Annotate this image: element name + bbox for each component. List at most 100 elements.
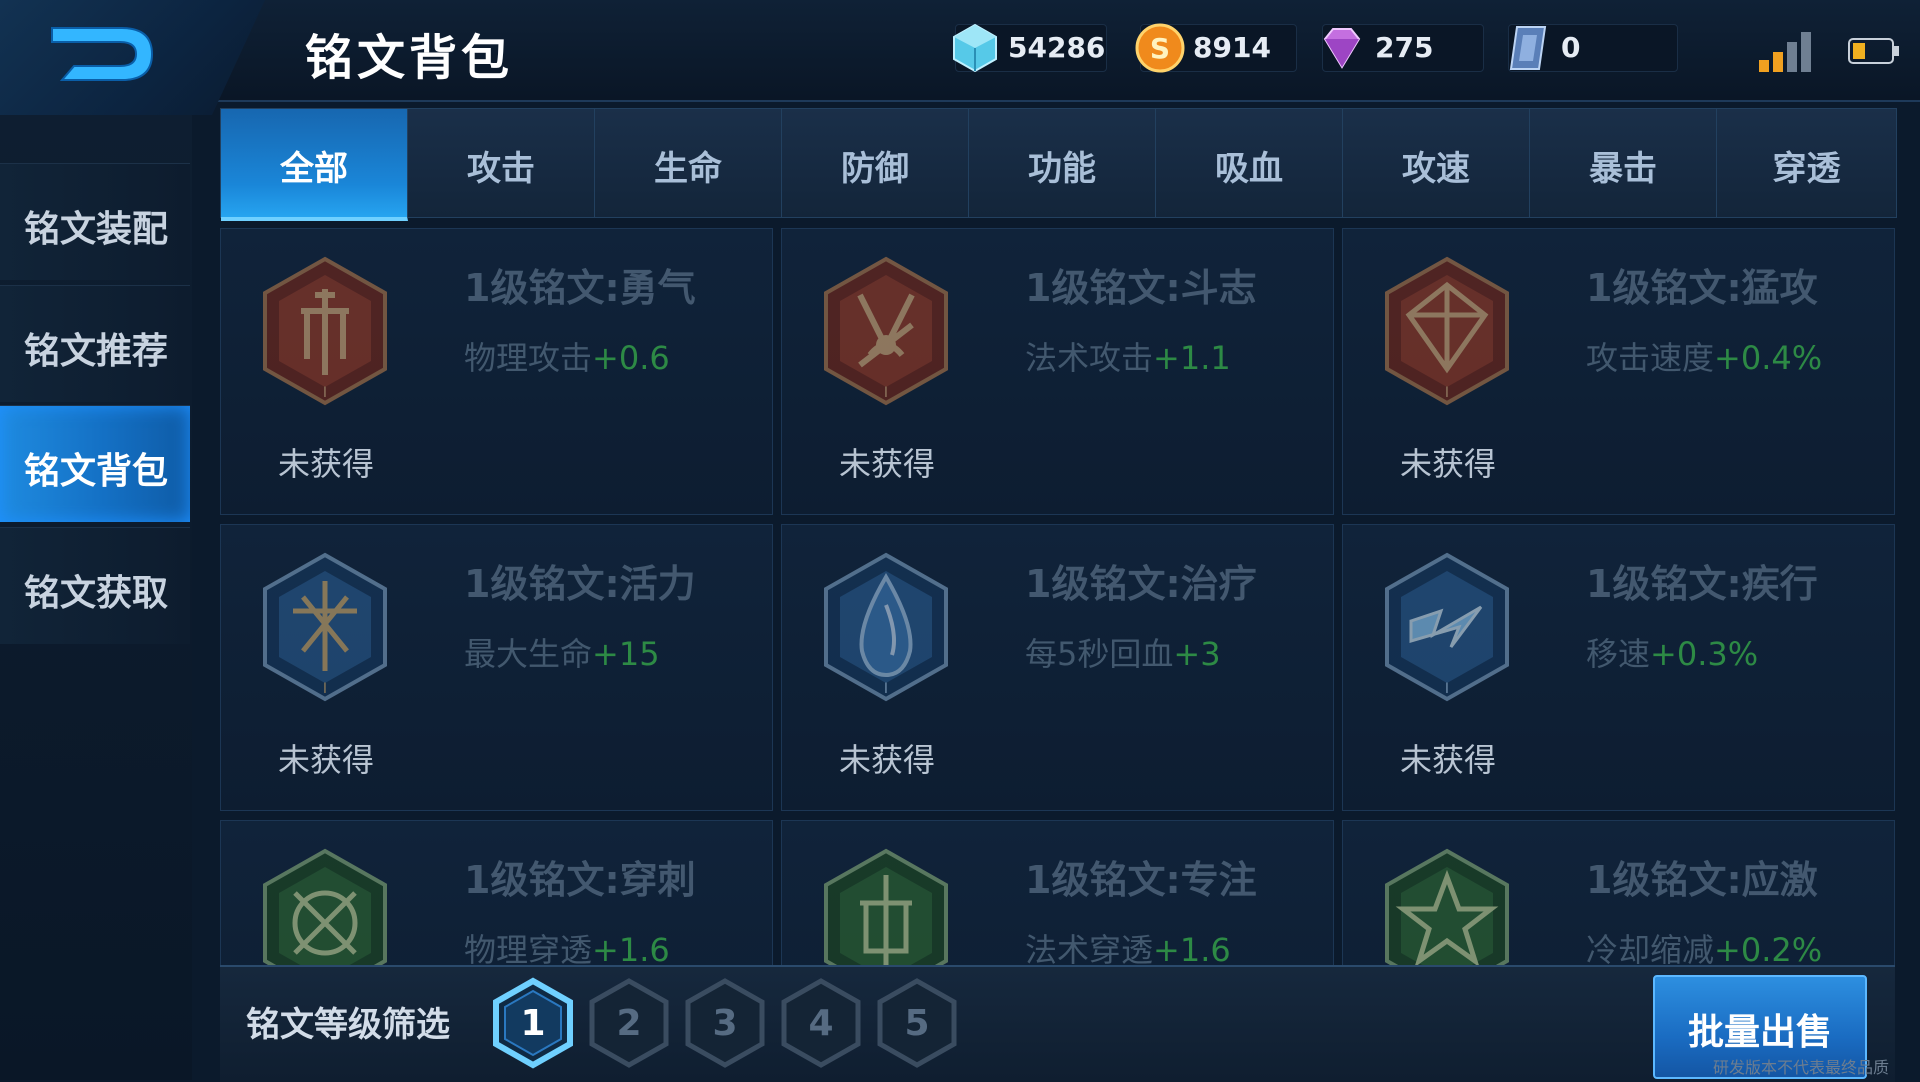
stat-label: 每5秒回血 xyxy=(1025,635,1174,673)
rune-card-swift[interactable]: I 未获得 1级铭文:疾行 移速+0.3% xyxy=(1342,524,1895,811)
focus-rune-icon xyxy=(824,848,948,968)
stat-bonus: +0.3% xyxy=(1650,635,1759,673)
signal-icon xyxy=(1759,32,1811,72)
stat-bonus: +1.1 xyxy=(1153,339,1231,377)
sidebar-item-rune-bag[interactable]: 铭文背包 xyxy=(0,405,190,522)
stat-label: 物理穿透 xyxy=(464,931,593,968)
battery-icon xyxy=(1848,38,1899,64)
sidebar-item-label: 铭文装配 xyxy=(24,209,169,250)
back-button[interactable] xyxy=(40,14,170,94)
bottom-bar: 铭文等级筛选 1 2 3 4 5 批量出售 研发版本不代表最终品质 xyxy=(220,965,1895,1082)
tab-label: 全部 xyxy=(280,149,348,189)
rune-card-stress[interactable]: 1级铭文:应激 冷却缩减+0.2% xyxy=(1342,820,1895,968)
currency-crystal: 54286 xyxy=(953,23,1107,73)
card-status: 未获得 xyxy=(1399,741,1496,779)
card-name: 1级铭文:应激 xyxy=(1586,858,1818,902)
voucher-count: 0 xyxy=(1561,31,1581,64)
sidebar-item-rune-recommend[interactable]: 铭文推荐 xyxy=(0,285,190,402)
svg-text:S: S xyxy=(1150,32,1170,65)
currency-voucher: 0 xyxy=(1508,24,1678,72)
card-status: 未获得 xyxy=(1399,445,1496,483)
card-stat: 冷却缩减+0.2% xyxy=(1586,925,1822,968)
card-name: 1级铭文:疾行 xyxy=(1586,562,1818,606)
pierce-rune-icon xyxy=(263,848,387,968)
diamond-icon xyxy=(1323,28,1361,69)
svg-text:I: I xyxy=(323,681,327,697)
stat-label: 法术攻击 xyxy=(1025,339,1154,377)
dev-watermark: 研发版本不代表最终品质 xyxy=(1712,1058,1889,1077)
level-number: 4 xyxy=(808,1003,833,1044)
healing-rune-icon: I xyxy=(824,552,948,702)
card-status: 未获得 xyxy=(838,741,935,779)
tab-label: 暴击 xyxy=(1589,149,1657,189)
tab-penetration[interactable]: 穿透 xyxy=(1717,109,1896,217)
tab-label: 防御 xyxy=(841,149,909,189)
tab-function[interactable]: 功能 xyxy=(969,109,1156,217)
rune-card-assault[interactable]: I 未获得 1级铭文:猛攻 攻击速度+0.4% xyxy=(1342,228,1895,515)
sidebar-item-rune-equip[interactable]: 铭文装配 xyxy=(0,163,190,280)
card-name: 1级铭文:专注 xyxy=(1025,858,1257,902)
card-status: 未获得 xyxy=(277,741,374,779)
card-name: 1级铭文:猛攻 xyxy=(1586,266,1818,310)
rune-grid: I 未获得 1级铭文:勇气 物理攻击+0.6 I 未获得 1级铭文:斗志 法术攻… xyxy=(220,228,1895,968)
rune-card-fighting-spirit[interactable]: I 未获得 1级铭文:斗志 法术攻击+1.1 xyxy=(781,228,1334,515)
svg-text:I: I xyxy=(884,681,888,697)
crystal-count: 54286 xyxy=(1008,31,1106,64)
card-stat: 每5秒回血+3 xyxy=(1025,629,1221,675)
rune-card-focus[interactable]: 1级铭文:专注 法术穿透+1.6 xyxy=(781,820,1334,968)
svg-text:I: I xyxy=(1445,681,1449,697)
level-filter-label: 铭文等级筛选 xyxy=(246,1005,450,1045)
level-filter-1[interactable]: 1 xyxy=(490,977,576,1069)
card-stat: 最大生命+15 xyxy=(464,629,660,675)
voucher-icon xyxy=(1509,26,1547,70)
sidebar-item-label: 铭文背包 xyxy=(24,451,169,492)
card-name: 1级铭文:活力 xyxy=(464,562,696,606)
stat-bonus: +15 xyxy=(592,635,660,673)
stat-label: 物理攻击 xyxy=(464,339,593,377)
card-stat: 法术攻击+1.1 xyxy=(1025,333,1231,379)
tab-lifesteal[interactable]: 吸血 xyxy=(1156,109,1343,217)
card-stat: 物理攻击+0.6 xyxy=(464,333,670,379)
level-number: 3 xyxy=(712,1003,737,1044)
level-filter-2[interactable]: 2 xyxy=(586,977,672,1069)
sidebar-item-rune-obtain[interactable]: 铭文获取 xyxy=(0,527,190,644)
tab-label: 吸血 xyxy=(1215,149,1283,189)
rune-card-pierce[interactable]: 1级铭文:穿刺 物理穿透+1.6 xyxy=(220,820,773,968)
stat-bonus: +1.6 xyxy=(1153,931,1231,968)
level-number: 5 xyxy=(904,1003,929,1044)
stress-rune-icon xyxy=(1385,848,1509,968)
level-filter-4[interactable]: 4 xyxy=(778,977,864,1069)
card-stat: 攻击速度+0.4% xyxy=(1586,333,1822,379)
tab-health[interactable]: 生命 xyxy=(595,109,782,217)
stat-bonus: +0.4% xyxy=(1714,339,1823,377)
level-filter-5[interactable]: 5 xyxy=(874,977,960,1069)
svg-text:I: I xyxy=(884,385,888,401)
gold-count: 8914 xyxy=(1193,31,1271,64)
tab-label: 攻击 xyxy=(467,149,535,189)
diamond-count: 275 xyxy=(1375,31,1434,64)
tab-critical[interactable]: 暴击 xyxy=(1530,109,1717,217)
tab-defense[interactable]: 防御 xyxy=(782,109,969,217)
tab-label: 穿透 xyxy=(1772,149,1841,189)
card-name: 1级铭文:斗志 xyxy=(1025,266,1257,310)
card-stat: 移速+0.3% xyxy=(1586,629,1758,675)
card-stat: 法术穿透+1.6 xyxy=(1025,925,1231,968)
rune-card-healing[interactable]: I 未获得 1级铭文:治疗 每5秒回血+3 xyxy=(781,524,1334,811)
fighting-spirit-rune-icon: I xyxy=(824,256,948,406)
stat-bonus: +1.6 xyxy=(592,931,670,968)
sidebar: 铭文装配 铭文推荐 铭文背包 铭文获取 xyxy=(0,115,192,1080)
tab-attack-speed[interactable]: 攻速 xyxy=(1343,109,1530,217)
svg-text:I: I xyxy=(323,385,327,401)
rune-card-vitality[interactable]: I 未获得 1级铭文:活力 最大生命+15 xyxy=(220,524,773,811)
tab-all[interactable]: 全部 xyxy=(221,109,408,221)
level-filter-3[interactable]: 3 xyxy=(682,977,768,1069)
card-name: 1级铭文:勇气 xyxy=(464,266,696,310)
rune-card-courage[interactable]: I 未获得 1级铭文:勇气 物理攻击+0.6 xyxy=(220,228,773,515)
svg-text:I: I xyxy=(1445,385,1449,401)
vitality-rune-icon: I xyxy=(263,552,387,702)
sidebar-item-label: 铭文获取 xyxy=(24,573,169,614)
tab-attack[interactable]: 攻击 xyxy=(408,109,595,217)
currency-gold: S 8914 xyxy=(1135,23,1297,73)
card-status: 未获得 xyxy=(838,445,935,483)
swift-rune-icon: I xyxy=(1385,552,1509,702)
